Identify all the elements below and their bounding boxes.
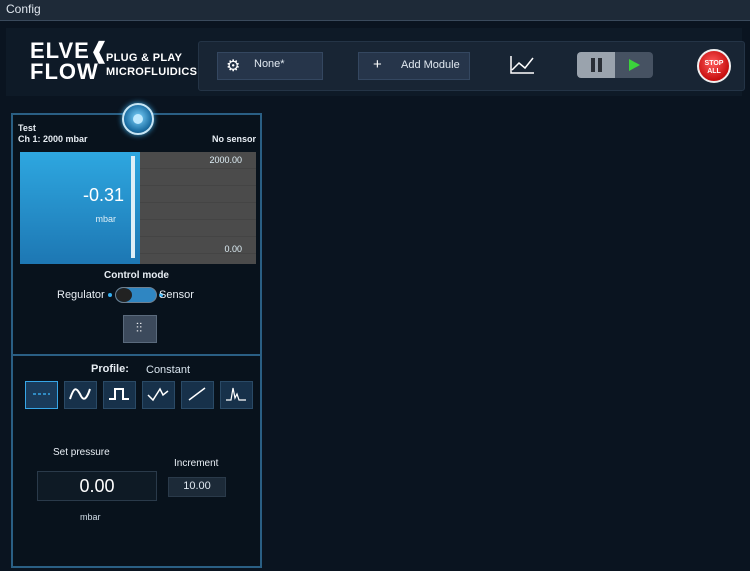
custom-icon: [226, 387, 246, 401]
plus-icon: +: [373, 56, 382, 73]
sliders-icon: ⫶⫶: [135, 320, 143, 335]
control-mode-toggle[interactable]: [115, 287, 157, 303]
profile-ramp-button[interactable]: [181, 381, 214, 409]
elveflow-logo: ELVE❰ FLOW PLUG & PLAY MICROFLUIDICS: [30, 39, 197, 87]
graph-icon: [510, 56, 534, 74]
set-pressure-label: Set pressure: [53, 447, 110, 458]
gauge-min: 0.00: [224, 244, 242, 254]
increment-input[interactable]: 10.00: [168, 477, 226, 497]
increment-label: Increment: [174, 458, 219, 469]
pressure-gauge: 2000.00 -0.31 mbar 0.00: [20, 152, 256, 264]
pause-button[interactable]: [577, 52, 615, 78]
run-control: [577, 52, 653, 78]
sensor-label: No sensor: [211, 134, 256, 144]
stop-all-button[interactable]: STOP ALL: [697, 49, 731, 83]
gauge-max: 2000.00: [209, 155, 242, 165]
pause-icon: [591, 58, 595, 72]
profile-constant-button[interactable]: [25, 381, 58, 409]
ramp-icon: [188, 387, 206, 401]
regulator-indicator: [108, 293, 112, 297]
profile-triangle-button[interactable]: [142, 381, 175, 409]
control-mode-label: Control mode: [104, 270, 169, 281]
settings-button[interactable]: ⫶⫶: [123, 315, 157, 343]
gauge-reading-area: [20, 152, 140, 264]
add-module-label: Add Module: [401, 59, 460, 71]
sensor-mode-label: Sensor: [159, 289, 194, 301]
config-select-button[interactable]: ⚙ None*: [217, 52, 323, 80]
all-label: ALL: [707, 68, 721, 75]
graph-button[interactable]: [507, 52, 537, 78]
toolstrip: ⚙ None* + Add Module STOP ALL: [198, 41, 745, 91]
config-menu[interactable]: Config: [6, 2, 41, 16]
toggle-thumb: [116, 288, 132, 302]
gauge-value: -0.31: [82, 185, 124, 205]
channel-knob-icon[interactable]: [122, 103, 154, 135]
square-icon: [109, 388, 129, 400]
profile-custom-button[interactable]: [220, 381, 253, 409]
pause-icon-bar: [598, 58, 602, 72]
triangle-icon: [147, 387, 169, 402]
set-pressure-value: 0.00: [79, 476, 115, 496]
increment-value: 10.00: [183, 480, 211, 492]
config-value: None*: [254, 58, 285, 70]
constant-icon: [33, 393, 50, 395]
gauge-unit: mbar: [95, 214, 116, 224]
logo-word-2: FLOW: [30, 59, 99, 84]
set-pressure-unit: mbar: [80, 512, 101, 522]
play-button[interactable]: [615, 52, 653, 78]
channel-panel: Test Ch 1: 2000 mbar No sensor 2000.00 -…: [11, 103, 262, 568]
profile-value: Constant: [146, 364, 191, 376]
menubar: Config: [0, 0, 750, 21]
panel-divider: [13, 354, 260, 356]
instrument-name: Test: [18, 123, 36, 133]
gears-icon: ⚙: [226, 58, 241, 75]
knob-center: [133, 114, 143, 124]
logo-tagline-2: MICROFLUIDICS: [106, 66, 198, 78]
profile-label: Profile:: [91, 363, 129, 375]
profile-sine-button[interactable]: [64, 381, 97, 409]
profile-square-button[interactable]: [103, 381, 136, 409]
logo-tagline-1: PLUG & PLAY: [106, 52, 183, 64]
top-toolbar: ELVE❰ FLOW PLUG & PLAY MICROFLUIDICS ⚙ N…: [6, 28, 745, 96]
add-module-button[interactable]: + Add Module: [358, 52, 470, 80]
channel-label: Ch 1: 2000 mbar: [18, 134, 88, 144]
set-pressure-input[interactable]: 0.00: [37, 471, 157, 501]
stop-label: STOP: [704, 60, 724, 67]
sine-icon: [69, 388, 91, 400]
gauge-scale-bar: [131, 156, 135, 258]
regulator-label: Regulator: [57, 289, 105, 301]
